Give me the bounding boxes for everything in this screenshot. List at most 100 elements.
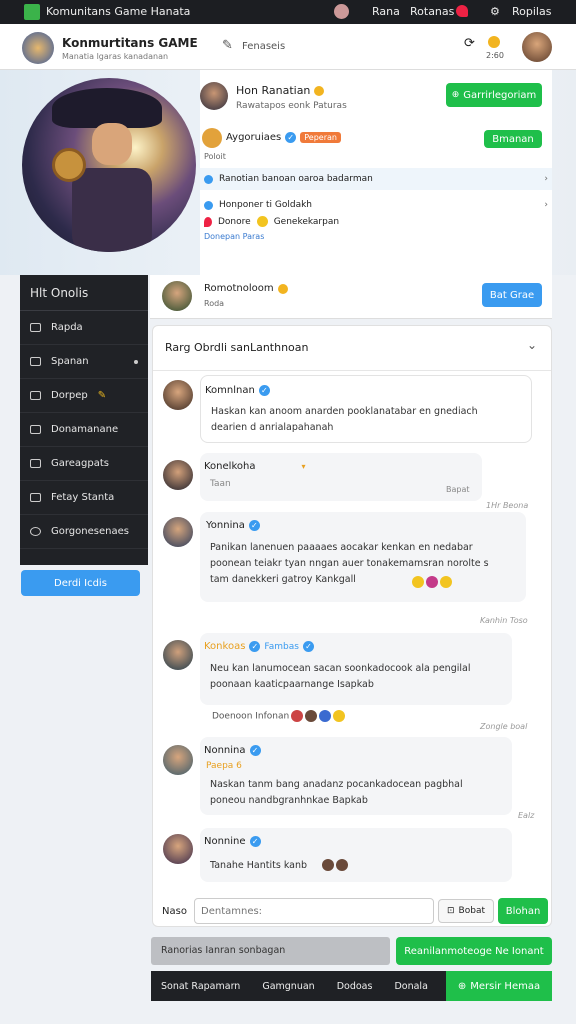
- list-icon: [30, 323, 41, 332]
- verified-gold-icon: [314, 85, 325, 96]
- message-bubble: Yonnina ✓ Panikan lanenuen paaaaes aocaka…: [200, 512, 526, 602]
- pencil-icon: ✎: [97, 390, 107, 401]
- message-bubble: Nonnina ✓ Paepa 6 Naskan tanm bang anadan…: [200, 737, 512, 815]
- sidebar-item-gareagpats[interactable]: Gareagpats: [20, 447, 148, 481]
- message-avatar: [163, 834, 193, 864]
- emoji-reactions[interactable]: [320, 859, 348, 871]
- smile-icon: [256, 216, 268, 227]
- top-link[interactable]: Ropilas: [512, 5, 551, 18]
- plus-circle-icon: ⊕: [457, 980, 467, 992]
- info-icon: [204, 200, 213, 210]
- profile-avatar: [200, 82, 228, 110]
- gray-action-button[interactable]: Ranorias Ianran sonbagan: [151, 937, 390, 965]
- message-author: Konkoas: [204, 641, 246, 652]
- notification-icon[interactable]: ⟳: [464, 36, 475, 51]
- sidebar-item-rapda[interactable]: Rapda: [20, 311, 148, 345]
- sidebar-item-donamanane[interactable]: Donamanane: [20, 413, 148, 447]
- pen-icon[interactable]: ✎: [222, 38, 233, 53]
- top-status[interactable]: Rotanas: [410, 5, 454, 18]
- sidebar-button[interactable]: Derdi Icdis: [21, 570, 140, 596]
- message-input[interactable]: [194, 898, 434, 924]
- invite-row: Romotnoloom Roda Bat Grae: [150, 275, 552, 319]
- chevron-right-icon: ›: [544, 200, 548, 210]
- group-name: Aygoruiaes: [226, 132, 282, 143]
- attach-button[interactable]: ⊡ Bobat: [438, 899, 494, 923]
- message-avatar: [163, 517, 193, 547]
- sidebar-item-fetay-stanta[interactable]: Fetay Stanta: [20, 481, 148, 515]
- header-app-name: Konmurtitans GAME: [62, 36, 198, 50]
- message-avatar: [163, 460, 193, 490]
- dot-icon: [134, 359, 138, 364]
- message-author: Yonnina: [206, 520, 245, 531]
- header-logo: [22, 32, 54, 64]
- sidebar-item-dorpep[interactable]: Dorpep ✎: [20, 379, 148, 413]
- header-pen-label[interactable]: Fenaseis: [242, 41, 285, 52]
- invite-name: Romotnoloom: [204, 283, 274, 294]
- tag-icon: [30, 459, 41, 468]
- bottom-tab[interactable]: Donala: [394, 981, 427, 992]
- profile-subtitle: Rawatapos eonk Paturas: [236, 101, 347, 111]
- bottom-tab[interactable]: Sonat Rapamarn: [161, 981, 240, 992]
- invite-button[interactable]: Bat Grae: [482, 283, 542, 307]
- message-author: Nonnina: [204, 745, 246, 756]
- message-avatar: [163, 745, 193, 775]
- header-avatar[interactable]: [522, 32, 552, 62]
- sidebar-item-spanan[interactable]: Spanan: [20, 345, 148, 379]
- message-time: 1Hr Beona: [486, 501, 529, 510]
- message-time: Zongle boal: [480, 722, 528, 731]
- group-sub: Poloit: [204, 152, 226, 161]
- settings-icon[interactable]: ⚙: [490, 5, 500, 18]
- location-pin-icon: [204, 216, 212, 227]
- message-time: Kanhin Toso: [480, 616, 528, 625]
- message-bubble: Nonnine ✓ Tanahe Hantits kanb: [200, 828, 512, 882]
- share-icon: [30, 357, 41, 366]
- message-avatar: [163, 380, 193, 410]
- header-counter: 2:60: [486, 51, 504, 60]
- verified-icon: ✓: [285, 132, 297, 143]
- chat-title: Rarg Obrdli sanLanthnoan: [165, 341, 309, 354]
- message-text: Haskan kan anoom anarden pooklanatabar e…: [211, 406, 478, 433]
- link-row-1[interactable]: Ranotian banoan oaroa badarman ›: [200, 168, 552, 190]
- message-badge: Paepa 6: [206, 761, 242, 771]
- top-bar: Komunitans Game Hanata Rana Rotanas ⚙ Ro…: [0, 0, 576, 24]
- group-badge: Peperan: [300, 132, 341, 143]
- link-row-2[interactable]: Honponer ti Goldakh ›: [200, 194, 552, 216]
- reaction-row[interactable]: Doenoon Infonan: [212, 710, 346, 722]
- send-button[interactable]: Blohan: [498, 898, 548, 924]
- tag-c[interactable]: Donepan Paras: [204, 232, 264, 241]
- bottom-tab[interactable]: Gamgnuan: [262, 981, 314, 992]
- message-author: Nonnine: [204, 836, 246, 847]
- message-bubble: Komnlnan ✓ Haskan kan anoom anarden pookl…: [200, 375, 532, 443]
- header: Konmurtitans GAME Manatia lgaras kanadan…: [0, 24, 576, 70]
- message-author: Komnlnan: [205, 385, 255, 396]
- follow-button[interactable]: ⊕ Garrirlegoriam: [446, 83, 542, 107]
- emoji-reactions[interactable]: [410, 576, 452, 588]
- group-action-button[interactable]: Bmanan: [484, 130, 542, 148]
- message-bubble: Konelkoha ▾ Taan Bapat: [200, 453, 482, 501]
- green-action-button[interactable]: Reanilanmoteoge Ne Ionant: [396, 937, 552, 965]
- message-text: Taan: [210, 479, 231, 489]
- composer-label: Naso: [162, 906, 187, 917]
- flag-icon: [30, 493, 41, 502]
- bottom-tab[interactable]: Dodoas: [337, 981, 373, 992]
- chevron-down-icon[interactable]: ⌄: [527, 338, 537, 352]
- message-text: Tanahe Hantits kanb: [210, 860, 308, 871]
- bottom-bar: Sonat Rapamarn Gamgnuan Dodoas Donala ⊕ M…: [151, 971, 552, 1001]
- verified-icon: ✓: [249, 836, 261, 847]
- attach-icon: ⊡: [447, 906, 455, 916]
- message-time: Bapat: [446, 485, 470, 494]
- message-avatar: [163, 640, 193, 670]
- top-user-avatar[interactable]: [334, 4, 349, 19]
- message-text: Neu kan lanumocean sacan soonkadocook al…: [210, 663, 471, 690]
- message-badge: Fambas: [264, 641, 299, 652]
- info-icon: [204, 174, 213, 184]
- flame-icon[interactable]: [456, 5, 468, 17]
- box-icon: [30, 391, 41, 400]
- bottom-cta-button[interactable]: ⊕ Mersir Hemaa: [446, 971, 552, 1001]
- message-author: Konelkoha: [204, 461, 256, 472]
- verified-icon: ✓: [248, 520, 260, 531]
- top-user-name[interactable]: Rana: [372, 5, 400, 18]
- message-text: Naskan tanm bang anadanz pocankadocean p…: [210, 779, 463, 806]
- verified-icon: ✓: [249, 745, 261, 756]
- sidebar-item-gorgonesenaes[interactable]: Gorgonesenaes: [20, 515, 148, 549]
